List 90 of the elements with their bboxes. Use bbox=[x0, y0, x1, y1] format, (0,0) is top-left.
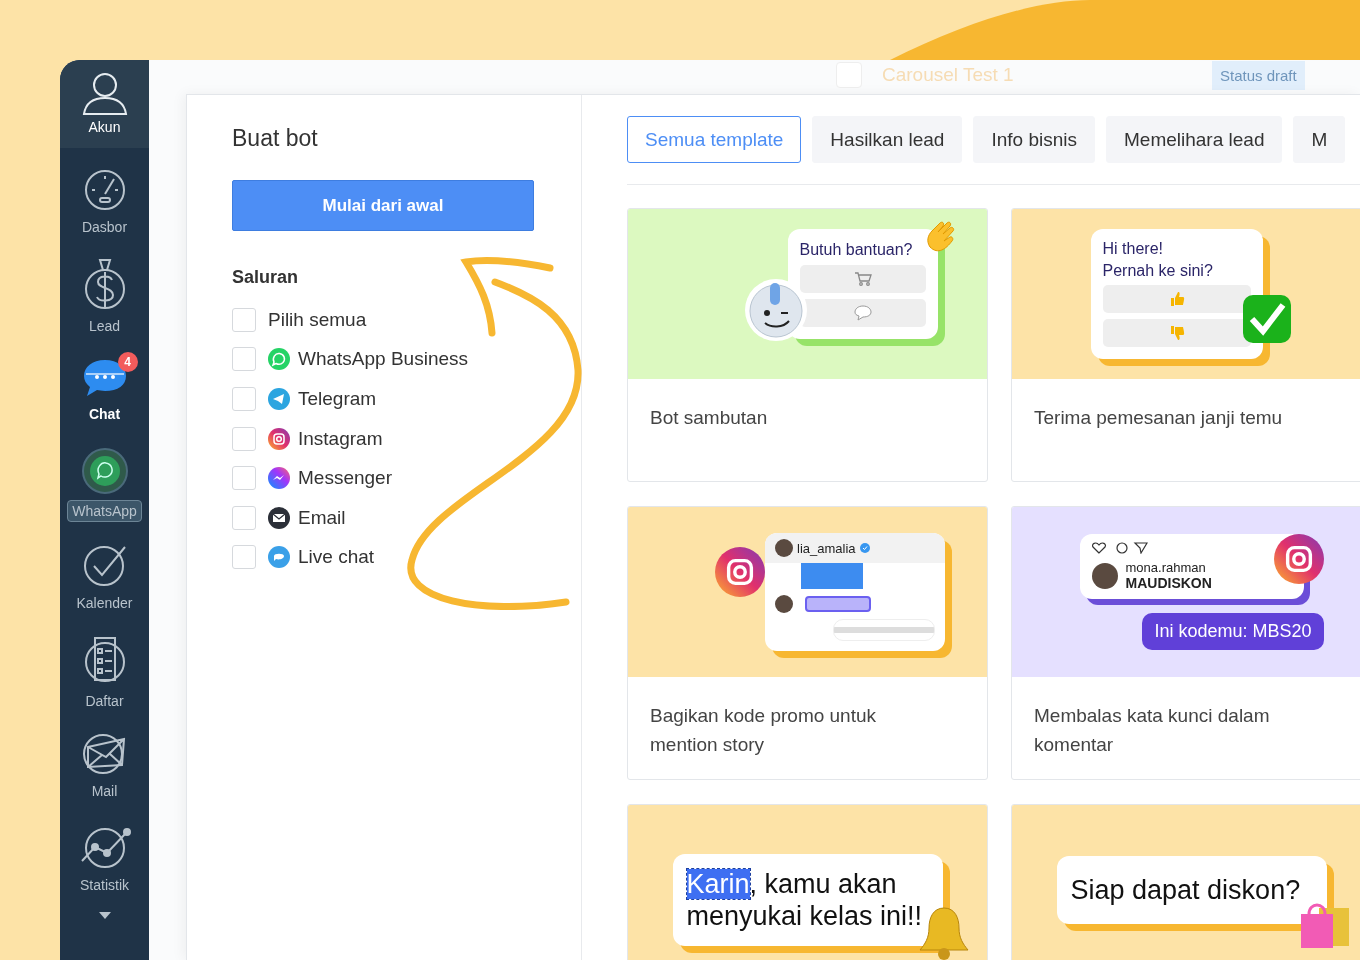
messenger-icon bbox=[268, 467, 290, 490]
sidebar-item[interactable]: WhatsApp bbox=[60, 438, 149, 532]
robot-icon bbox=[742, 277, 809, 343]
checkbox[interactable] bbox=[232, 347, 256, 372]
checkbox[interactable] bbox=[232, 307, 256, 332]
channel-label: Telegram bbox=[298, 388, 377, 410]
line-chart-icon bbox=[78, 827, 131, 869]
username: lia_amalia bbox=[797, 540, 856, 556]
sidebar-item[interactable]: Dasbor bbox=[60, 156, 149, 250]
template-card[interactable]: Butuh bantuan? Bot sambutan bbox=[627, 208, 988, 482]
user-icon bbox=[80, 71, 129, 115]
envelope-icon bbox=[81, 733, 128, 775]
sidebar-item[interactable]: Akun bbox=[60, 60, 149, 148]
template-card[interactable]: Hi there! Pernah ke sini? Terima pemesanan janji temu bbox=[1011, 208, 1360, 482]
thumbs-up-icon bbox=[1168, 291, 1185, 307]
section-heading: Saluran bbox=[232, 267, 300, 288]
template-card[interactable]: Karin, kamu akan menyukai kelas ini!! bbox=[627, 804, 988, 960]
template-title: Bot sambutan bbox=[649, 406, 769, 430]
reply-bubble: Ini kodemu: MBS20 bbox=[1142, 613, 1324, 650]
sidebar-label: Akun bbox=[87, 118, 122, 137]
sidebar-label: Statistik bbox=[79, 876, 130, 895]
sidebar-item[interactable]: Kalender bbox=[60, 532, 149, 626]
avatar bbox=[775, 539, 793, 557]
dialog-title: Buat bot bbox=[232, 125, 319, 152]
category-tab[interactable]: Memelihara lead bbox=[1106, 116, 1283, 163]
sidebar-label: Lead bbox=[87, 317, 122, 336]
bubble-text: Karin, kamu akan menyukai kelas ini!! bbox=[686, 868, 924, 932]
sidebar-label: WhatsApp bbox=[67, 500, 142, 522]
reaction-icons bbox=[1091, 542, 1148, 554]
template-title: Terima pemesanan janji temu bbox=[1033, 406, 1284, 430]
bubble-text: Butuh bantuan? bbox=[799, 241, 914, 259]
photo-placeholder bbox=[801, 563, 863, 589]
chat-bubble-icon bbox=[268, 546, 290, 569]
status-tag: Status draft bbox=[1212, 60, 1305, 90]
instagram-icon bbox=[715, 547, 765, 597]
checkbox[interactable] bbox=[232, 387, 256, 411]
sidebar-item[interactable]: 4 Chat bbox=[60, 344, 149, 438]
channel-label: Pilih semua bbox=[268, 308, 367, 331]
cart-icon bbox=[853, 272, 872, 286]
template-card[interactable]: Siap dapat diskon? bbox=[1011, 804, 1360, 960]
avatar bbox=[775, 595, 793, 613]
whatsapp-icon bbox=[81, 448, 128, 494]
checkmark-icon bbox=[1240, 293, 1293, 345]
comment-text: MAUDISKON bbox=[1125, 575, 1212, 591]
bubble-text: Pernah ke sini? bbox=[1102, 263, 1214, 279]
thumbs-down-icon bbox=[1168, 325, 1185, 341]
instagram-icon bbox=[268, 427, 290, 450]
sidebar-label: Chat bbox=[87, 405, 122, 424]
speech-bubble-icon bbox=[853, 305, 872, 321]
sidebar-label: Daftar bbox=[84, 692, 125, 711]
channel-label: Email bbox=[298, 506, 346, 529]
checkbox[interactable] bbox=[232, 466, 256, 491]
sidebar-item[interactable]: Lead bbox=[60, 250, 149, 344]
checkbox[interactable] bbox=[232, 505, 256, 530]
bubble-text: Hi there! bbox=[1102, 241, 1164, 257]
verified-icon bbox=[859, 543, 870, 553]
unread-badge: 4 bbox=[117, 352, 138, 372]
list-icon bbox=[83, 635, 126, 685]
sidebar-label: Kalender bbox=[75, 594, 134, 613]
bubble-text: Siap dapat diskon? bbox=[1070, 874, 1302, 906]
speedometer-icon bbox=[83, 169, 126, 211]
dollar-icon bbox=[83, 258, 126, 310]
instagram-icon bbox=[1273, 534, 1324, 584]
template-card[interactable]: lia_amalia Bagikan kode promo untuk mention story bbox=[627, 506, 988, 780]
avatar bbox=[1091, 562, 1118, 589]
list-item-title: Carousel Test 1 bbox=[882, 64, 1015, 86]
checkbox[interactable] bbox=[232, 426, 256, 451]
sidebar-label: Mail bbox=[90, 782, 119, 801]
sidebar-label: Dasbor bbox=[80, 218, 129, 237]
channel-label: Messenger bbox=[298, 467, 392, 490]
whatsapp-icon bbox=[268, 348, 290, 371]
message-bar bbox=[805, 596, 871, 612]
category-tab[interactable]: Info bisnis bbox=[973, 116, 1095, 163]
template-card[interactable]: mona.rahman MAUDISKON Ini kodemu: MBS20 Membalas kata kunci dalam komentar bbox=[1011, 506, 1360, 780]
channel-label: Live chat bbox=[298, 546, 375, 569]
username: mona.rahman bbox=[1125, 560, 1207, 575]
category-tab[interactable]: M bbox=[1293, 116, 1346, 163]
sidebar-item[interactable]: Daftar bbox=[60, 626, 149, 720]
category-tab[interactable]: Hasilkan lead bbox=[812, 116, 963, 163]
channel-label: WhatsApp Business bbox=[298, 348, 469, 371]
checkmark-icon bbox=[82, 545, 127, 587]
paper-plane-icon bbox=[268, 388, 290, 410]
channel-label: Instagram bbox=[298, 427, 383, 450]
envelope-icon bbox=[268, 506, 290, 529]
sidebar-item[interactable]: Mail bbox=[60, 720, 149, 814]
checkbox[interactable] bbox=[232, 545, 256, 570]
caret-down-icon[interactable] bbox=[98, 912, 111, 919]
sidebar-item[interactable]: Statistik bbox=[60, 814, 149, 908]
template-title: Bagikan kode promo untuk mention story bbox=[649, 704, 878, 757]
template-title: Membalas kata kunci dalam komentar bbox=[1033, 704, 1271, 757]
